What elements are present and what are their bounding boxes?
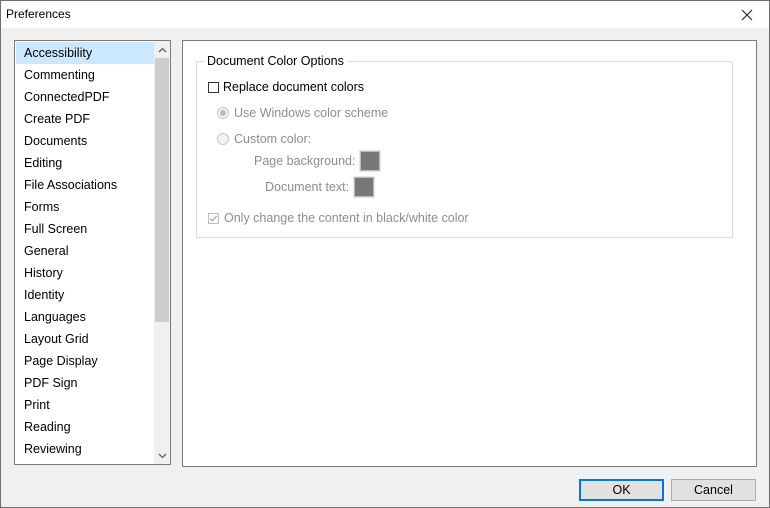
category-item-editing[interactable]: Editing bbox=[16, 152, 154, 174]
chevron-down-icon bbox=[158, 453, 166, 459]
ok-button[interactable]: OK bbox=[579, 479, 664, 501]
category-item-languages[interactable]: Languages bbox=[16, 306, 154, 328]
preferences-dialog: Preferences Accessibility Commenting Conne… bbox=[0, 0, 770, 508]
document-color-options-group: Document Color Options Replace document … bbox=[196, 54, 733, 238]
category-item-general[interactable]: General bbox=[16, 240, 154, 262]
chevron-up-icon bbox=[158, 47, 166, 53]
category-item-full-screen[interactable]: Full Screen bbox=[16, 218, 154, 240]
settings-panel: Document Color Options Replace document … bbox=[182, 40, 757, 467]
scroll-thumb[interactable] bbox=[155, 58, 169, 322]
custom-color-radio[interactable] bbox=[217, 133, 229, 145]
replace-colors-row[interactable]: Replace document colors bbox=[208, 80, 364, 94]
checkmark-icon bbox=[209, 214, 218, 222]
page-background-label: Page background: bbox=[254, 154, 356, 168]
replace-colors-checkbox[interactable] bbox=[208, 81, 219, 93]
windows-scheme-radio[interactable] bbox=[217, 107, 229, 119]
category-item-forms[interactable]: Forms bbox=[16, 196, 154, 218]
group-title: Document Color Options bbox=[204, 54, 347, 68]
category-item-file-associations[interactable]: File Associations bbox=[16, 174, 154, 196]
scroll-down-button[interactable] bbox=[154, 448, 170, 464]
category-items: Accessibility Commenting ConnectedPDF Creat… bbox=[16, 42, 154, 460]
category-list[interactable]: Accessibility Commenting ConnectedPDF Creat… bbox=[14, 40, 171, 465]
close-button[interactable] bbox=[725, 1, 769, 28]
category-item-reading[interactable]: Reading bbox=[16, 416, 154, 438]
category-item-page-display[interactable]: Page Display bbox=[16, 350, 154, 372]
category-item-connectedpdf[interactable]: ConnectedPDF bbox=[16, 86, 154, 108]
document-text-row: Document text: bbox=[265, 176, 376, 198]
category-item-accessibility[interactable]: Accessibility bbox=[16, 42, 154, 64]
category-item-reviewing[interactable]: Reviewing bbox=[16, 438, 154, 460]
document-text-label: Document text: bbox=[265, 180, 350, 194]
category-item-print[interactable]: Print bbox=[16, 394, 154, 416]
close-icon bbox=[741, 9, 753, 20]
category-item-commenting[interactable]: Commenting bbox=[16, 64, 154, 86]
document-text-color-button[interactable] bbox=[353, 176, 376, 198]
category-item-identity[interactable]: Identity bbox=[16, 284, 154, 306]
custom-color-label: Custom color: bbox=[234, 132, 312, 146]
dialog-title: Preferences bbox=[6, 7, 71, 21]
category-item-history[interactable]: History bbox=[16, 262, 154, 284]
only-bw-checkbox[interactable] bbox=[208, 212, 219, 224]
category-item-pdf-sign[interactable]: PDF Sign bbox=[16, 372, 154, 394]
page-background-row: Page background: bbox=[254, 150, 382, 172]
category-scrollbar[interactable] bbox=[154, 41, 170, 464]
category-item-create-pdf[interactable]: Create PDF bbox=[16, 108, 154, 130]
only-bw-label: Only change the content in black/white c… bbox=[224, 211, 469, 225]
replace-colors-label: Replace document colors bbox=[223, 80, 365, 94]
scroll-up-button[interactable] bbox=[154, 42, 170, 58]
cancel-button[interactable]: Cancel bbox=[671, 479, 756, 501]
only-bw-row[interactable]: Only change the content in black/white c… bbox=[208, 211, 469, 225]
custom-color-row[interactable]: Custom color: bbox=[217, 132, 311, 146]
category-item-layout-grid[interactable]: Layout Grid bbox=[16, 328, 154, 350]
windows-scheme-row[interactable]: Use Windows color scheme bbox=[217, 106, 388, 120]
page-background-color-button[interactable] bbox=[359, 150, 382, 172]
title-bar: Preferences bbox=[1, 1, 769, 28]
windows-scheme-label: Use Windows color scheme bbox=[234, 106, 389, 120]
category-item-documents[interactable]: Documents bbox=[16, 130, 154, 152]
